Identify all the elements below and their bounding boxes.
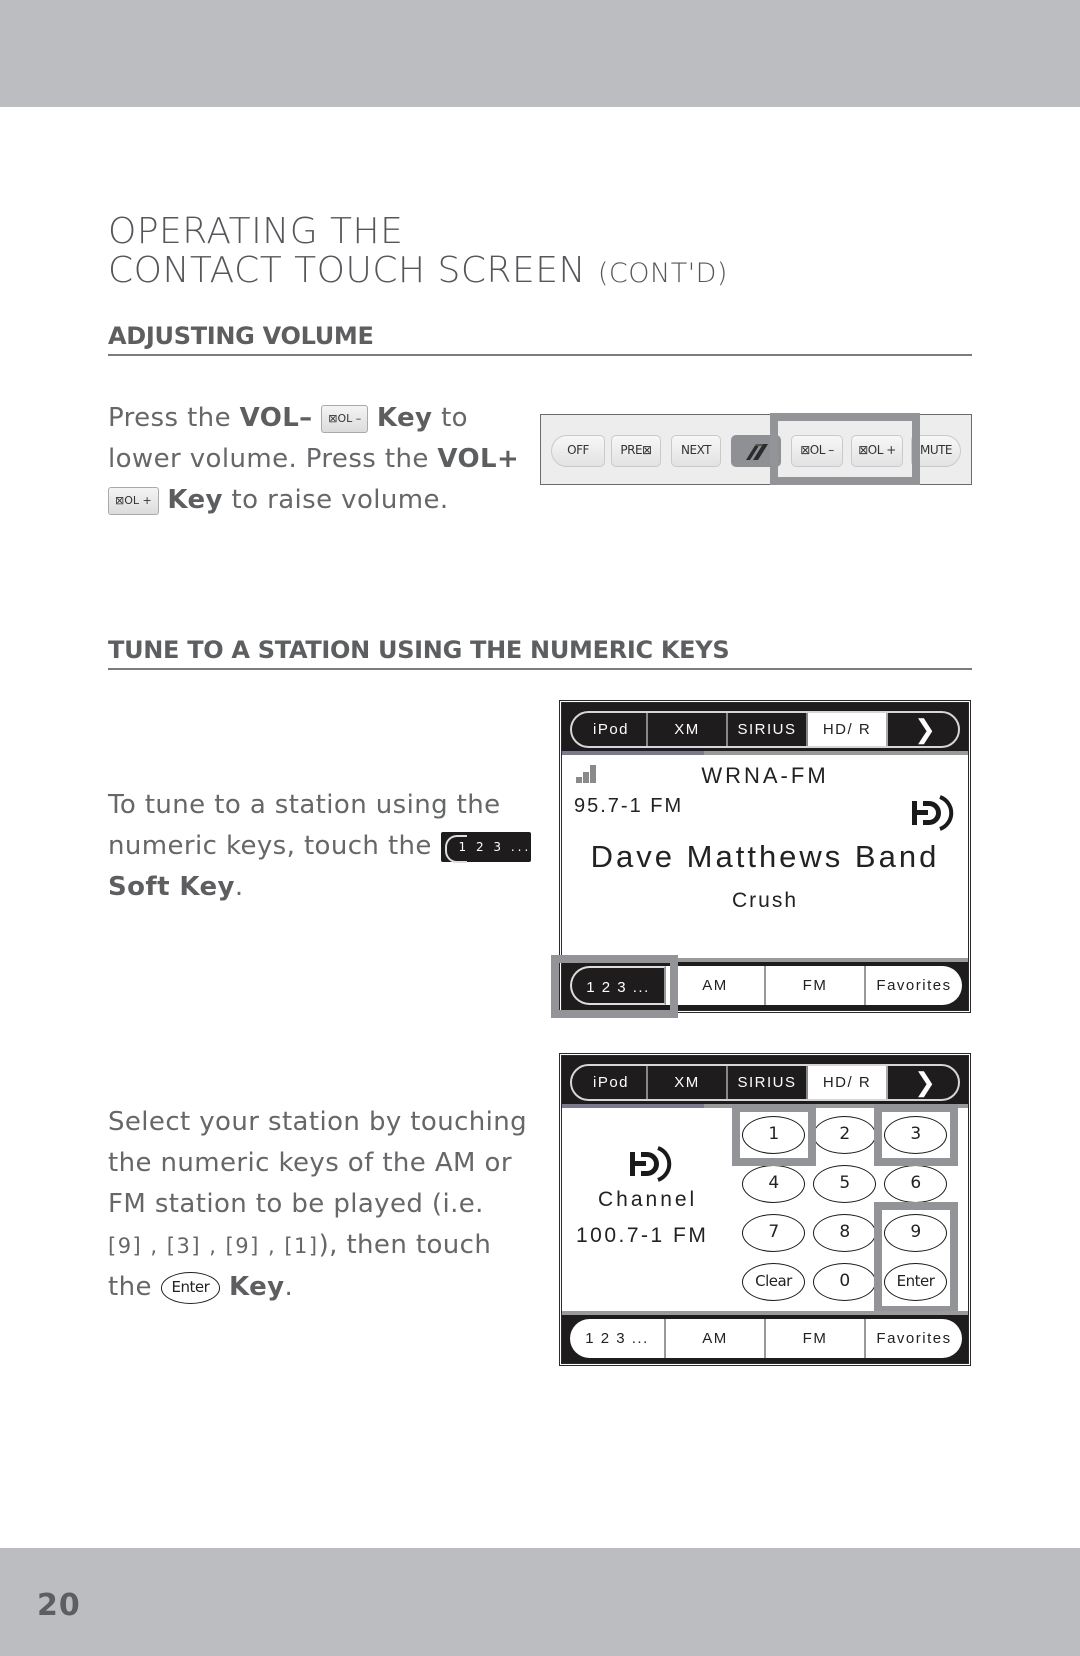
chevron-right-icon[interactable]: ❯ [888, 713, 962, 746]
key-sequence: [9] , [3] , [9] , [1] [108, 1234, 319, 1258]
hd-radio-logo-icon [912, 795, 954, 831]
text: ), then touch [318, 1230, 492, 1260]
off-button[interactable]: OFF [551, 435, 605, 467]
key-5[interactable]: 5 [813, 1165, 876, 1203]
numeric-keys-tab[interactable]: 1 2 3 ... [570, 966, 666, 1005]
text-bold: Soft Key [108, 872, 235, 902]
control-bar-illustration: OFF PRE⊠ NEXT ⊠OL – ⊠OL + MUTE [540, 413, 972, 485]
text-bold: VOL– [239, 403, 313, 433]
text: FM station to be played (i.e. [108, 1189, 484, 1219]
select-station-instructions: Select your station by touching the nume… [108, 1102, 527, 1308]
vol-plus-key-illustration: ⊠OL + [108, 486, 159, 515]
numeric-keys-tab[interactable]: 1 2 3 ... [570, 1319, 666, 1358]
radio-screen-keypad: iPod XM SIRIUS HD/ R ❯ Channel 100.7-1 F… [559, 1053, 971, 1366]
am-tab[interactable]: AM [666, 966, 766, 1005]
tab-hd-radio[interactable]: HD/ R [808, 713, 888, 746]
vol-minus-button[interactable]: ⊠OL – [791, 435, 843, 467]
divider [562, 1104, 968, 1108]
tab-sirius[interactable]: SIRIUS [728, 1066, 808, 1099]
enter-key[interactable]: Enter [884, 1263, 947, 1301]
title-line-2-text: CONTACT TOUCH SCREEN [108, 250, 586, 291]
favorites-tab[interactable]: Favorites [866, 1319, 962, 1358]
page-number: 20 [37, 1588, 81, 1623]
numeric-soft-key-illustration: 1 2 3 ... [440, 831, 531, 863]
key-8[interactable]: 8 [813, 1214, 876, 1252]
section-heading-volume: ADJUSTING VOLUME [108, 322, 972, 356]
tab-ipod[interactable]: iPod [576, 1066, 648, 1099]
next-button[interactable]: NEXT [671, 435, 721, 467]
channel-frequency: 100.7-1 FM [576, 1224, 709, 1247]
song-title: Crush [731, 889, 799, 912]
text: to raise volume. [222, 485, 449, 515]
divider [562, 751, 968, 755]
text: to [432, 403, 468, 433]
source-icon [746, 444, 768, 460]
tab-xm[interactable]: XM [648, 1066, 728, 1099]
page-title: OPERATING THE CONTACT TOUCH SCREEN (CONT… [108, 212, 728, 293]
key-2[interactable]: 2 [813, 1116, 876, 1154]
key-9[interactable]: 9 [884, 1214, 947, 1252]
tune-instructions: To tune to a station using the numeric k… [108, 785, 531, 908]
fm-tab[interactable]: FM [766, 966, 866, 1005]
divider [562, 958, 968, 962]
title-suffix: (CONT'D) [597, 258, 728, 289]
key-1[interactable]: 1 [742, 1116, 805, 1154]
text: . [234, 872, 244, 902]
text-bold: Key [376, 403, 433, 433]
text: the numeric keys of the AM or [108, 1148, 512, 1178]
text: . [284, 1272, 294, 1302]
footer-band [0, 1548, 1080, 1656]
channel-label: Channel [598, 1188, 698, 1211]
artist-name: Dave Matthews Band [590, 839, 940, 874]
chevron-right-icon[interactable]: ❯ [888, 1066, 962, 1099]
source-button[interactable] [731, 435, 781, 467]
header-band [0, 0, 1080, 107]
enter-key-illustration: Enter [160, 1271, 221, 1304]
station-callsign: WRNA-FM [701, 763, 829, 788]
mute-button[interactable]: MUTE [911, 435, 961, 467]
section-heading-tune: TUNE TO A STATION USING THE NUMERIC KEYS [108, 636, 972, 670]
source-tab-bar: iPod XM SIRIUS HD/ R ❯ [562, 703, 968, 755]
key-7[interactable]: 7 [742, 1214, 805, 1252]
am-tab[interactable]: AM [666, 1319, 766, 1358]
title-line-1: OPERATING THE [108, 211, 404, 252]
text: lower volume. Press the [108, 444, 438, 474]
key-0[interactable]: 0 [813, 1263, 876, 1301]
vol-minus-key-illustration: ⊠OL – [321, 404, 369, 433]
divider [562, 1311, 968, 1315]
volume-instructions: Press the VOL– ⊠OL – Key to lower volume… [108, 398, 519, 521]
text: numeric keys, touch the [108, 831, 441, 861]
prev-button[interactable]: PRE⊠ [611, 435, 661, 467]
vol-plus-button[interactable]: ⊠OL + [851, 435, 903, 467]
text: the [108, 1272, 161, 1302]
radio-screen-now-playing: iPod XM SIRIUS HD/ R ❯ WRNA-FM 95.7-1 FM… [559, 700, 971, 1013]
text: Select your station by touching [108, 1107, 528, 1137]
key-4[interactable]: 4 [742, 1165, 805, 1203]
text-bold: Key [228, 1272, 285, 1302]
text: To tune to a station using the [108, 790, 501, 820]
hd-radio-logo-icon [630, 1146, 672, 1182]
fm-tab[interactable]: FM [766, 1319, 866, 1358]
tab-sirius[interactable]: SIRIUS [728, 713, 808, 746]
key-6[interactable]: 6 [884, 1165, 947, 1203]
text-bold: Key [167, 485, 223, 515]
tab-hd-radio[interactable]: HD/ R [808, 1066, 888, 1099]
title-line-2: CONTACT TOUCH SCREEN (CONT'D) [108, 251, 728, 293]
station-frequency: 95.7-1 FM [574, 795, 684, 817]
favorites-tab[interactable]: Favorites [866, 966, 962, 1005]
text-bold: VOL+ [437, 444, 520, 474]
key-3[interactable]: 3 [884, 1116, 947, 1154]
source-tab-bar: iPod XM SIRIUS HD/ R ❯ [562, 1056, 968, 1108]
bottom-tab-bar: 1 2 3 ... AM FM Favorites [562, 1311, 968, 1363]
text: Press the [108, 403, 240, 433]
bottom-tab-bar: 1 2 3 ... AM FM Favorites [562, 958, 968, 1010]
tab-xm[interactable]: XM [648, 713, 728, 746]
tab-ipod[interactable]: iPod [576, 713, 648, 746]
clear-key[interactable]: Clear [742, 1263, 805, 1301]
numeric-keypad: 1 2 3 4 5 6 7 8 9 Clear 0 Enter [732, 1104, 962, 1316]
